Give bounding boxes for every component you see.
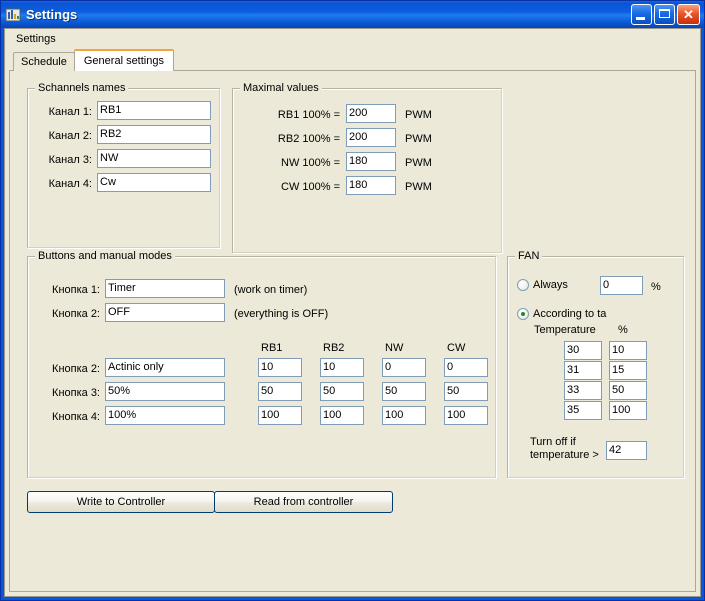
input-fan-temp-4[interactable]: 35 — [564, 401, 602, 420]
input-button-1-name[interactable]: Timer — [105, 279, 225, 298]
input-channel-2[interactable]: RB2 — [97, 125, 211, 144]
radio-fan-according-to-temperature[interactable]: According to ta — [517, 308, 606, 320]
close-button[interactable]: ✕ — [677, 4, 700, 25]
radio-icon-always — [517, 279, 529, 291]
label-channel-4: Канал 4: — [36, 178, 92, 191]
group-maximal-values: Maximal values RB1 100% = 200 PWM RB2 10… — [232, 88, 502, 253]
input-manual-row-2-rb2[interactable]: 50 — [320, 382, 364, 401]
minimize-button[interactable] — [631, 4, 652, 25]
label-max-rb1: RB1 100% = — [243, 109, 340, 122]
label-button-1: Кнопка 1: — [38, 284, 100, 297]
label-turn-off-line1: Turn off if — [530, 436, 576, 449]
unit-fan-always-percent: % — [651, 281, 661, 294]
column-header-nw: NW — [385, 342, 403, 355]
radio-label-according: According to ta — [533, 308, 606, 320]
input-manual-row-2-cw[interactable]: 50 — [444, 382, 488, 401]
maximize-button[interactable] — [654, 4, 675, 25]
input-max-cw[interactable]: 180 — [346, 176, 396, 195]
input-channel-3[interactable]: NW — [97, 149, 211, 168]
unit-max-nw: PWM — [405, 157, 432, 170]
settings-window: Settings ✕ Settings Schedule General set… — [0, 0, 705, 601]
chart-app-icon — [5, 7, 21, 23]
tab-strip: Schedule General settings — [5, 49, 700, 71]
read-from-controller-button[interactable]: Read from controller — [214, 491, 393, 513]
input-channel-4[interactable]: Cw — [97, 173, 211, 192]
input-fan-temp-3[interactable]: 33 — [564, 381, 602, 400]
group-schannels-names: Schannels names Канал 1: RB1 Канал 2: RB… — [27, 88, 220, 248]
label-manual-row-3: Кнопка 4: — [38, 411, 100, 424]
input-manual-row-3-cw[interactable]: 100 — [444, 406, 488, 425]
input-fan-percent-2[interactable]: 15 — [609, 361, 647, 380]
close-icon: ✕ — [678, 5, 699, 24]
label-channel-3: Канал 3: — [36, 154, 92, 167]
group-title-schannels-names: Schannels names — [35, 82, 128, 94]
menu-item-settings[interactable]: Settings — [10, 31, 62, 47]
input-fan-percent-3[interactable]: 50 — [609, 381, 647, 400]
window-controls: ✕ — [631, 4, 700, 25]
group-title-maximal-values: Maximal values — [240, 82, 322, 94]
column-header-rb1: RB1 — [261, 342, 282, 355]
menu-bar: Settings — [5, 29, 700, 49]
input-fan-temp-2[interactable]: 31 — [564, 361, 602, 380]
group-fan: FAN Always 0 % According to ta Temperatu… — [507, 256, 684, 478]
write-to-controller-button[interactable]: Write to Controller — [27, 491, 215, 513]
input-fan-percent-4[interactable]: 100 — [609, 401, 647, 420]
label-channel-1: Канал 1: — [36, 106, 92, 119]
label-temperature-column: Temperature — [534, 324, 596, 337]
input-channel-1[interactable]: RB1 — [97, 101, 211, 120]
input-max-nw[interactable]: 180 — [346, 152, 396, 171]
radio-label-always: Always — [533, 279, 568, 291]
title-bar[interactable]: Settings ✕ — [1, 1, 704, 28]
label-manual-row-2: Кнопка 3: — [38, 387, 100, 400]
label-channel-2: Канал 2: — [36, 130, 92, 143]
input-max-rb2[interactable]: 200 — [346, 128, 396, 147]
input-turn-off-temperature[interactable]: 42 — [606, 441, 647, 460]
label-manual-row-1: Кнопка 2: — [38, 363, 100, 376]
input-manual-row-1-rb1[interactable]: 10 — [258, 358, 302, 377]
label-button-2: Кнопка 2: — [38, 308, 100, 321]
column-header-cw: CW — [447, 342, 465, 355]
note-button-2: (everything is OFF) — [234, 308, 328, 321]
input-manual-row-2-name[interactable]: 50% — [105, 382, 225, 401]
window-client-area: Settings Schedule General settings Schan… — [4, 28, 701, 597]
input-button-2-name[interactable]: OFF — [105, 303, 225, 322]
tab-page-general-settings: Schannels names Канал 1: RB1 Канал 2: RB… — [9, 71, 696, 592]
group-title-fan: FAN — [515, 250, 542, 262]
input-fan-percent-1[interactable]: 10 — [609, 341, 647, 360]
input-fan-always-percent[interactable]: 0 — [600, 276, 643, 295]
input-manual-row-3-nw[interactable]: 100 — [382, 406, 426, 425]
input-manual-row-3-rb2[interactable]: 100 — [320, 406, 364, 425]
column-header-rb2: RB2 — [323, 342, 344, 355]
label-turn-off-line2: temperature > — [530, 449, 599, 462]
tab-general-settings[interactable]: General settings — [74, 49, 174, 71]
input-manual-row-1-name[interactable]: Actinic only — [105, 358, 225, 377]
input-manual-row-3-name[interactable]: 100% — [105, 406, 225, 425]
label-max-rb2: RB2 100% = — [243, 133, 340, 146]
label-max-cw: CW 100% = — [243, 181, 340, 194]
input-manual-row-3-rb1[interactable]: 100 — [258, 406, 302, 425]
group-buttons-manual-modes: Buttons and manual modes Кнопка 1: Timer… — [27, 256, 496, 478]
label-max-nw: NW 100% = — [243, 157, 340, 170]
label-percent-column: % — [618, 324, 628, 337]
input-fan-temp-1[interactable]: 30 — [564, 341, 602, 360]
unit-max-rb2: PWM — [405, 133, 432, 146]
input-manual-row-1-rb2[interactable]: 10 — [320, 358, 364, 377]
group-title-buttons-manual-modes: Buttons and manual modes — [35, 250, 175, 262]
input-manual-row-1-cw[interactable]: 0 — [444, 358, 488, 377]
input-max-rb1[interactable]: 200 — [346, 104, 396, 123]
input-manual-row-1-nw[interactable]: 0 — [382, 358, 426, 377]
input-manual-row-2-rb1[interactable]: 50 — [258, 382, 302, 401]
radio-fan-always[interactable]: Always — [517, 279, 568, 291]
note-button-1: (work on timer) — [234, 284, 307, 297]
tab-schedule[interactable]: Schedule — [13, 52, 75, 71]
window-title: Settings — [26, 7, 631, 22]
unit-max-rb1: PWM — [405, 109, 432, 122]
unit-max-cw: PWM — [405, 181, 432, 194]
input-manual-row-2-nw[interactable]: 50 — [382, 382, 426, 401]
radio-icon-according — [517, 308, 529, 320]
